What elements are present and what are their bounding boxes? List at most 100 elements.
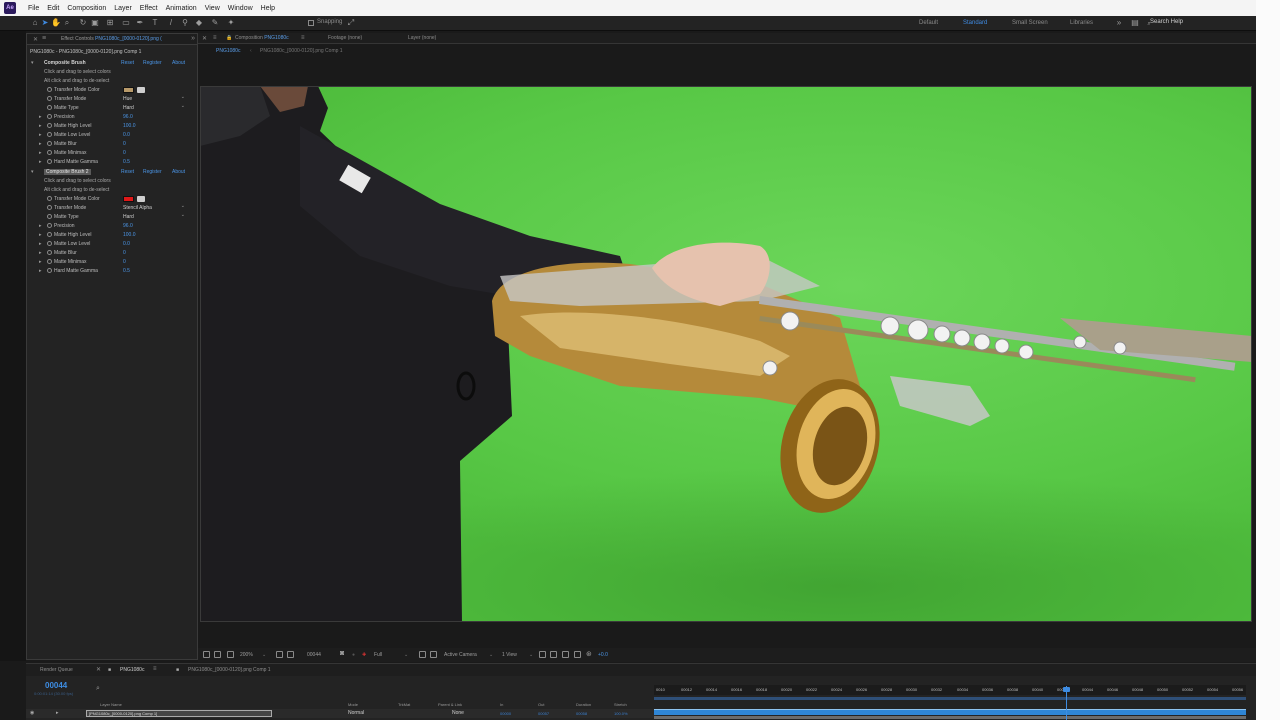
param-value[interactable]: 96.0 <box>123 223 133 229</box>
chevron-down-icon[interactable]: ⌄ <box>529 652 533 658</box>
about-button[interactable]: About <box>172 169 185 175</box>
stopwatch-icon[interactable] <box>47 232 52 237</box>
always-preview-icon[interactable] <box>203 651 210 658</box>
effect-param-row[interactable]: Matte Type Hard <box>27 212 197 222</box>
chevron-down-icon[interactable]: ⌄ <box>262 652 266 658</box>
menu-help[interactable]: Help <box>261 5 275 12</box>
layer-duration-bar[interactable] <box>654 709 1246 715</box>
search-help-field[interactable]: Search Help <box>1150 19 1183 25</box>
collapse-triangle-icon[interactable]: ▾ <box>31 60 34 66</box>
effect-param-row[interactable]: Transfer Mode Hue <box>27 94 197 104</box>
effect-header[interactable]: ▾ Composite Brush 2 Reset Register About <box>27 168 197 177</box>
layer-parent-dropdown[interactable]: None <box>452 710 464 716</box>
camera-view-dropdown[interactable]: Active Camera <box>444 652 477 658</box>
region-of-interest-icon[interactable] <box>419 651 426 658</box>
color-channel-icon[interactable]: ✚ <box>362 652 366 658</box>
param-value[interactable]: 0 <box>123 250 126 256</box>
effect-param-row[interactable]: ▸ Precision 96.0 <box>27 113 197 122</box>
composition-tab-menu-icon[interactable]: ≡ <box>301 35 305 41</box>
eyedropper-icon[interactable] <box>137 87 145 93</box>
stopwatch-icon[interactable] <box>47 259 52 264</box>
effect-param-row[interactable]: ▸ Matte Low Level 0.0 <box>27 131 197 140</box>
layer-stretch[interactable]: 100.0% <box>614 711 628 716</box>
effect-controls-tab[interactable]: ✕ ≡ Effect Controls PNG1080c_[0000-0120]… <box>27 34 197 45</box>
workspace-standard[interactable]: Standard <box>963 20 987 26</box>
layer-mode-dropdown[interactable]: Normal <box>348 710 364 716</box>
zoom-tool-icon[interactable]: ⌕ <box>62 18 72 28</box>
transparency-grid-icon[interactable] <box>430 651 437 658</box>
pan-behind-tool-icon[interactable]: ⊞ <box>105 18 115 28</box>
expand-triangle-icon[interactable]: ▸ <box>39 150 42 156</box>
expand-triangle-icon[interactable]: ▸ <box>39 250 42 256</box>
chevron-down-icon[interactable]: ⌄ <box>404 652 408 658</box>
effect-param-row[interactable]: ▸ Matte Blur 0 <box>27 249 197 258</box>
composition-tab[interactable]: Composition PNG1080c <box>235 35 289 41</box>
effect-param-row[interactable]: Transfer Mode Stencil Alpha <box>27 203 197 213</box>
param-value[interactable]: 0 <box>123 141 126 147</box>
register-button[interactable]: Register <box>143 169 162 175</box>
param-value[interactable]: 0.5 <box>123 159 130 165</box>
brush-tool-icon[interactable]: / <box>166 18 176 28</box>
effect-param-row[interactable]: ▸ Matte Minimax 0 <box>27 258 197 267</box>
stopwatch-icon[interactable] <box>47 150 52 155</box>
stopwatch-icon[interactable] <box>47 250 52 255</box>
layer-tab[interactable]: Layer (none) <box>408 35 436 41</box>
workspace-small-screen[interactable]: Small Screen <box>1012 20 1048 26</box>
menu-view[interactable]: View <box>205 5 220 12</box>
expand-triangle-icon[interactable]: ▸ <box>39 232 42 238</box>
panel-menu-icon[interactable]: ≡ <box>213 35 217 41</box>
layer-in[interactable]: 00000 <box>500 711 511 716</box>
selection-tool-icon[interactable]: ➤ <box>40 18 50 28</box>
stopwatch-icon[interactable] <box>47 268 52 273</box>
chevron-down-icon[interactable]: ⌄ <box>489 652 493 658</box>
effect-param-row[interactable]: ▸ Hard Matte Gamma 0.5 <box>27 267 197 276</box>
collapse-triangle-icon[interactable]: ▾ <box>31 169 34 175</box>
expand-triangle-icon[interactable]: ▸ <box>39 259 42 265</box>
effect-color-row[interactable]: Transfer Mode Color <box>27 195 197 204</box>
effect-name[interactable]: Composite Brush 2 <box>44 169 91 175</box>
param-value[interactable]: 100.0 <box>123 232 136 238</box>
tab-comp1[interactable]: PNG1080c_[0000-0120].png Comp 1 <box>188 667 271 673</box>
effect-param-row[interactable]: ▸ Matte Minimax 0 <box>27 149 197 158</box>
rectangle-tool-icon[interactable]: ▭ <box>121 18 131 28</box>
timeline-current-time[interactable]: 00044 <box>45 681 67 690</box>
close-icon[interactable]: ✕ <box>33 36 38 43</box>
flowchart-icon[interactable] <box>574 651 581 658</box>
toggle-pixel-aspect-icon[interactable] <box>539 651 546 658</box>
current-time-readout[interactable]: 00044 <box>307 652 321 658</box>
param-dropdown[interactable]: Stencil Alpha <box>123 203 185 211</box>
work-area-bar[interactable] <box>654 697 1246 700</box>
param-value[interactable]: 96.0 <box>123 114 133 120</box>
effect-color-row[interactable]: Transfer Mode Color <box>27 86 197 95</box>
more-workspaces-icon[interactable]: » <box>1114 18 1124 28</box>
color-swatch[interactable] <box>123 196 134 202</box>
lock-icon[interactable]: 🔒 <box>226 35 232 41</box>
menu-animation[interactable]: Animation <box>166 5 197 12</box>
effect-param-row[interactable]: ▸ Matte High Level 100.0 <box>27 231 197 240</box>
exposure-value[interactable]: +0.0 <box>598 652 608 658</box>
comp-nav-item-png1080c[interactable]: PNG1080c <box>216 48 240 54</box>
workspace-default[interactable]: Default <box>919 20 938 26</box>
hand-tool-icon[interactable]: ✋ <box>51 18 61 28</box>
register-button[interactable]: Register <box>143 60 162 66</box>
reset-button[interactable]: Reset <box>121 60 134 66</box>
stopwatch-icon[interactable] <box>47 223 52 228</box>
menu-composition[interactable]: Composition <box>67 5 106 12</box>
timeline-icon[interactable] <box>562 651 569 658</box>
show-channel-icon[interactable]: ● <box>352 652 355 658</box>
rotate-tool-icon[interactable]: ↻ <box>78 18 88 28</box>
view-layout-dropdown[interactable]: 1 View <box>502 652 517 658</box>
expand-triangle-icon[interactable]: ▸ <box>39 241 42 247</box>
close-icon[interactable]: ✕ <box>202 35 207 42</box>
clone-stamp-tool-icon[interactable]: ⚲ <box>180 18 190 28</box>
reset-exposure-icon[interactable]: ⊛ <box>586 650 592 658</box>
stopwatch-icon[interactable] <box>47 123 52 128</box>
expand-layer-icon[interactable]: ▸ <box>56 710 59 716</box>
magnification-toggle-icon[interactable] <box>214 651 221 658</box>
table-row[interactable]: ◉ ▸ [PNG1080c_[0000-0120].png Comp 1] No… <box>26 709 656 718</box>
stopwatch-icon[interactable] <box>47 159 52 164</box>
color-swatch[interactable] <box>123 87 134 93</box>
snapshot-icon[interactable] <box>227 651 234 658</box>
resolution-dropdown[interactable]: Full <box>374 652 382 658</box>
effect-param-row[interactable]: ▸ Matte High Level 100.0 <box>27 122 197 131</box>
